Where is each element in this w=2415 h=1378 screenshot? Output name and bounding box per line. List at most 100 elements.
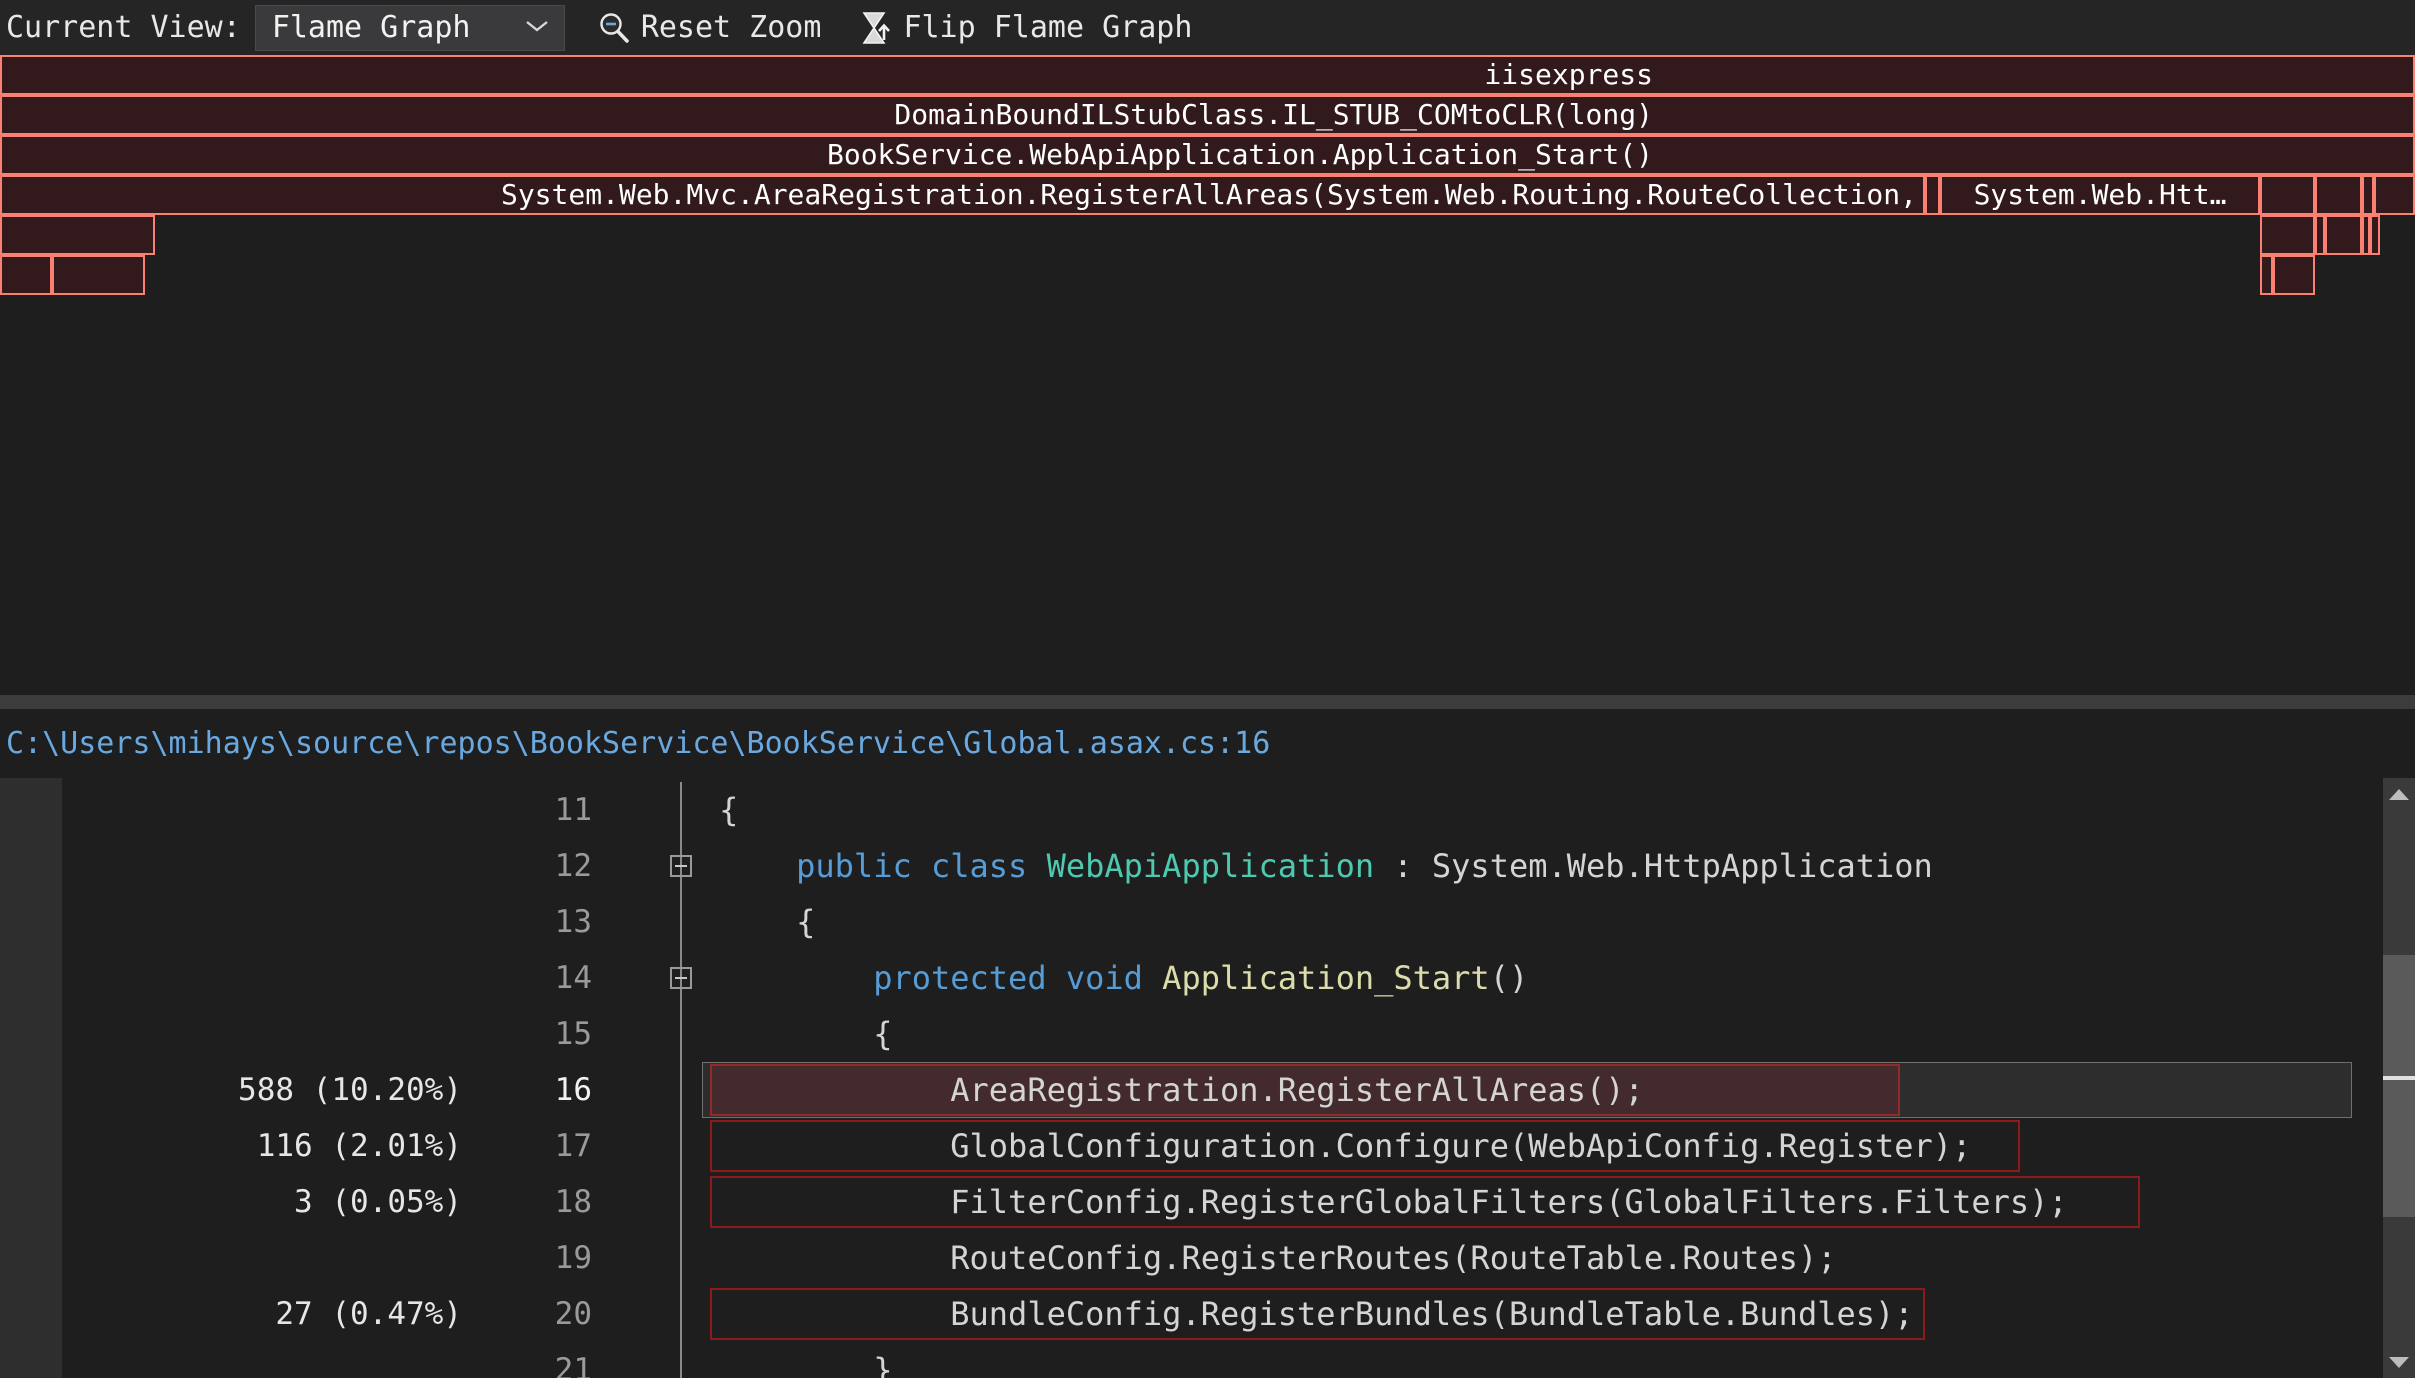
code-token: { [642, 1015, 893, 1053]
code-line[interactable]: 21 } [62, 1342, 2354, 1378]
code-token: void [1065, 959, 1143, 997]
pane-divider[interactable] [0, 695, 2415, 709]
line-sample-count [62, 1006, 462, 1062]
code-line-text[interactable]: { [642, 1006, 892, 1062]
code-token: GlobalConfiguration.Configure(WebApiConf… [642, 1127, 1972, 1165]
code-line[interactable]: 11 { [62, 782, 2354, 838]
code-line[interactable]: 3 (0.05%) 18 FilterConfig.RegisterGlobalF… [62, 1174, 2354, 1230]
flame-frame[interactable]: iisexpress [0, 55, 2415, 95]
flame-frame[interactable] [2260, 215, 2315, 255]
flame-frame-label: BookService.WebApiApplication.Applicatio… [826, 138, 1653, 171]
flame-frame[interactable] [1925, 175, 1940, 215]
code-line[interactable]: 12 public class WebApiApplication : Syst… [62, 838, 2354, 894]
toolbar: Current View: Flame Graph Reset Zoom Fli… [0, 0, 2415, 55]
flame-frame[interactable] [52, 255, 145, 295]
line-sample-count: 27 (0.47%) [275, 1296, 462, 1332]
code-line-text[interactable]: { [642, 894, 815, 950]
flame-frame[interactable]: System.Web.Htt… [1940, 175, 2260, 215]
code-token: AreaRegistration.RegisterAllAreas(); [642, 1071, 1644, 1109]
code-lines-container[interactable]: 11 {12 public class WebApiApplication : … [62, 778, 2354, 1378]
source-path-bar: C:\Users\mihays\source\repos\BookService… [0, 695, 2415, 778]
code-line-text[interactable]: } [642, 1342, 892, 1378]
code-line-text[interactable]: BundleConfig.RegisterBundles(BundleTable… [642, 1286, 1913, 1342]
code-line-text[interactable]: { [642, 782, 738, 838]
code-token: () [1489, 959, 1529, 997]
flame-frame[interactable] [2362, 175, 2374, 215]
line-number: 12 [554, 848, 592, 884]
code-line-text[interactable]: protected void Application_Start() [642, 950, 1528, 1006]
scrollbar-position-marker [2383, 1076, 2415, 1080]
line-number: 21 [554, 1352, 592, 1378]
code-line-text[interactable]: GlobalConfiguration.Configure(WebApiConf… [642, 1118, 1971, 1174]
line-sample-count [62, 894, 462, 950]
flame-frame[interactable] [2315, 175, 2362, 215]
hourglass-flip-icon [859, 10, 893, 46]
code-viewer[interactable]: 11 {12 public class WebApiApplication : … [0, 778, 2415, 1378]
scroll-up-arrow-icon[interactable] [2383, 778, 2415, 810]
code-token: class [930, 847, 1028, 885]
flame-frame[interactable]: DomainBoundILStubClass.IL_STUB_COMtoCLR(… [0, 95, 2415, 135]
magnifier-minus-icon [597, 11, 631, 45]
code-token: protected [873, 959, 1047, 997]
flame-frame-label: System.Web.Mvc.AreaRegistration.Register… [500, 178, 1917, 211]
flame-frame[interactable]: System.Web.Mvc.AreaRegistration.Register… [0, 175, 1925, 215]
flame-frame[interactable] [2273, 255, 2315, 295]
code-line-text[interactable]: AreaRegistration.RegisterAllAreas(); [642, 1062, 1644, 1118]
scroll-down-arrow-icon[interactable] [2383, 1346, 2415, 1378]
line-sample-count [62, 950, 462, 1006]
vertical-scrollbar[interactable] [2383, 778, 2415, 1378]
flame-frame-label: DomainBoundILStubClass.IL_STUB_COMtoCLR(… [894, 98, 1653, 131]
code-line[interactable]: 13 { [62, 894, 2354, 950]
flame-frame[interactable] [0, 255, 52, 295]
line-sample-count [62, 1342, 462, 1378]
flame-frame[interactable] [2260, 175, 2315, 215]
code-line[interactable]: 14 protected void Application_Start() [62, 950, 2354, 1006]
flame-frame[interactable]: BookService.WebApiApplication.Applicatio… [0, 135, 2415, 175]
code-line[interactable]: 19 RouteConfig.RegisterRoutes(RouteTable… [62, 1230, 2354, 1286]
line-number: 14 [554, 960, 592, 996]
code-line[interactable]: 27 (0.47%) 20 BundleConfig.RegisterBundle… [62, 1286, 2354, 1342]
flame-frame[interactable] [0, 215, 155, 255]
code-line[interactable]: 15 { [62, 1006, 2354, 1062]
current-view-value: Flame Graph [271, 10, 471, 45]
reset-zoom-label: Reset Zoom [640, 10, 822, 45]
code-line-text[interactable]: RouteConfig.RegisterRoutes(RouteTable.Ro… [642, 1230, 1836, 1286]
flame-frame[interactable] [2370, 215, 2380, 255]
flame-frame-label: System.Web.Htt… [1973, 178, 2227, 211]
code-line[interactable]: 588 (10.20%) 16 AreaRegistration.Register… [62, 1062, 2354, 1118]
reset-zoom-button[interactable]: Reset Zoom [591, 10, 828, 45]
code-line-text[interactable]: public class WebApiApplication : System.… [642, 838, 1933, 894]
flame-frame[interactable] [2325, 215, 2362, 255]
flame-frame[interactable] [2362, 215, 2370, 255]
flame-frame[interactable] [2260, 255, 2273, 295]
line-sample-count: 116 (2.01%) [256, 1128, 462, 1164]
code-token: public [796, 847, 912, 885]
code-token: RouteConfig.RegisterRoutes(RouteTable.Ro… [642, 1239, 1837, 1277]
source-file-path[interactable]: C:\Users\mihays\source\repos\BookService… [6, 709, 1270, 778]
code-token: WebApiApplication [1046, 847, 1375, 885]
code-line[interactable]: 116 (2.01%) 17 GlobalConfiguration.Config… [62, 1118, 2354, 1174]
current-view-label: Current View: [6, 10, 241, 45]
line-number: 18 [554, 1184, 592, 1220]
code-token: { [642, 791, 739, 829]
flip-flame-graph-button[interactable]: Flip Flame Graph [853, 10, 1198, 46]
current-view-select[interactable]: Flame Graph [254, 4, 565, 51]
scrollbar-thumb[interactable] [2383, 955, 2415, 1217]
code-token: } [642, 1351, 893, 1378]
line-number: 16 [554, 1072, 592, 1108]
line-sample-count [62, 1230, 462, 1286]
code-line-text[interactable]: FilterConfig.RegisterGlobalFilters(Globa… [642, 1174, 2067, 1230]
flame-frame-label: iisexpress [1484, 58, 1653, 91]
flame-frame[interactable] [2374, 175, 2415, 215]
code-token: Application_Start [1162, 959, 1490, 997]
line-number: 20 [554, 1296, 592, 1332]
line-number: 15 [554, 1016, 592, 1052]
flame-frame[interactable] [2315, 215, 2325, 255]
flame-graph[interactable]: iisexpress DomainBoundILStubClass.IL_STUB… [0, 55, 2415, 695]
